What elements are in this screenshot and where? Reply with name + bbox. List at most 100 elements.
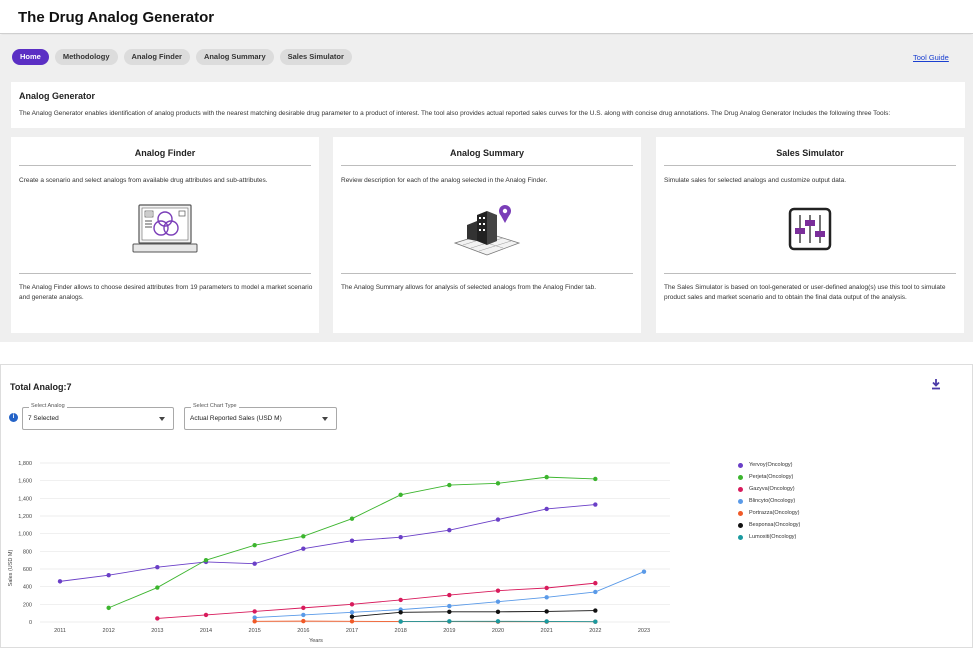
card-title: Sales Simulator [776, 148, 844, 158]
card-long-description: The Sales Simulator is based on tool-gen… [664, 284, 946, 301]
x-tick-label: 2018 [395, 628, 407, 634]
data-point [593, 589, 598, 595]
legend-item[interactable]: Yervoy(Oncology) [738, 459, 800, 471]
legend-marker [738, 474, 743, 480]
sales-simulator-card[interactable]: Sales Simulator Simulate sales for selec… [656, 137, 964, 333]
y-tick-label: 0 [29, 620, 32, 626]
data-point [495, 619, 501, 624]
data-point [252, 542, 257, 548]
data-point [155, 585, 160, 590]
legend-marker [738, 534, 743, 540]
divider [664, 165, 956, 166]
select-analog-dropdown[interactable]: Select Analog 7 Selected [22, 403, 174, 430]
y-tick-label: 800 [23, 549, 32, 555]
data-point [155, 616, 160, 621]
data-point [349, 538, 355, 543]
data-point [252, 561, 257, 566]
data-point [544, 585, 549, 591]
tool-guide-link[interactable]: Tool Guide [913, 53, 949, 62]
chevron-down-icon [159, 417, 165, 421]
select-analog-label: Select Analog [29, 403, 67, 409]
legend-item[interactable]: Perjeta(Oncology) [738, 471, 800, 483]
data-point [301, 618, 306, 624]
data-point [106, 572, 111, 578]
data-point [447, 527, 452, 533]
series-line [157, 582, 596, 619]
data-point [495, 609, 501, 615]
legend-item[interactable]: Portrazza(Oncology) [738, 507, 800, 519]
tab-methodology[interactable]: Methodology [54, 49, 118, 65]
sliders-icon [788, 207, 832, 251]
legend-label: Lumoxiti(Oncology) [749, 534, 797, 540]
tab-analog-finder[interactable]: Analog Finder [123, 49, 190, 65]
legend-item[interactable]: Gazyva(Oncology) [738, 483, 800, 495]
legend-marker [738, 522, 743, 528]
data-point [252, 609, 257, 614]
select-chart-type-value: Actual Reported Sales (USD M) [190, 415, 282, 422]
card-long-description: The Analog Finder allows to choose desir… [19, 284, 313, 301]
card-long-description: The Analog Summary allows for analysis o… [341, 284, 597, 291]
select-chart-type-dropdown[interactable]: Select Chart Type Actual Reported Sales … [184, 403, 337, 430]
data-point [495, 517, 501, 522]
card-description: Create a scenario and select analogs fro… [19, 177, 268, 184]
x-tick-label: 2011 [54, 628, 66, 634]
data-point [398, 535, 403, 540]
chevron-down-icon [322, 417, 328, 421]
x-axis-label: Years [309, 638, 323, 644]
y-tick-label: 200 [23, 602, 32, 608]
legend-item[interactable]: Lumoxiti(Oncology) [738, 531, 800, 543]
legend-item[interactable]: Blincyto(Oncology) [738, 495, 800, 507]
data-point [349, 602, 355, 607]
select-chart-type-label: Select Chart Type [191, 403, 239, 409]
section-gap [0, 343, 973, 364]
download-icon[interactable] [929, 377, 943, 391]
legend-label: Gazyva(Oncology) [749, 486, 795, 492]
data-point [447, 609, 452, 615]
card-title: Analog Finder [134, 148, 196, 158]
divider [664, 273, 956, 274]
x-tick-label: 2019 [443, 628, 455, 634]
data-point [398, 597, 403, 603]
data-point [641, 569, 647, 574]
data-point [544, 619, 549, 624]
data-point [544, 595, 549, 600]
tab-sales-simulator[interactable]: Sales Simulator [279, 49, 352, 65]
data-point [349, 619, 355, 624]
tab-analog-summary[interactable]: Analog Summary [195, 49, 274, 65]
y-tick-label: 1,200 [18, 514, 32, 520]
data-point [398, 610, 403, 615]
data-point [593, 619, 598, 624]
info-icon[interactable]: i [9, 413, 18, 422]
data-point [544, 609, 549, 614]
data-point [544, 474, 549, 480]
y-tick-label: 1,600 [18, 479, 32, 485]
x-tick-label: 2016 [297, 628, 309, 634]
data-point [349, 614, 355, 619]
data-point [447, 603, 452, 609]
y-tick-label: 400 [23, 585, 32, 591]
legend-label: Besponsa(Oncology) [749, 522, 801, 528]
data-point [203, 612, 209, 618]
tab-home[interactable]: Home [12, 49, 49, 65]
data-point [593, 476, 598, 482]
legend-marker [738, 486, 743, 492]
data-point [155, 565, 160, 570]
analog-finder-card[interactable]: Analog Finder Create a scenario and sele… [11, 137, 319, 333]
data-point [495, 599, 501, 604]
laptop-venn-icon [132, 204, 198, 253]
data-point [301, 546, 306, 551]
intro-description: The Analog Generator enables identificat… [19, 110, 891, 117]
building-pin-icon [453, 205, 521, 256]
data-point [398, 492, 403, 497]
x-tick-label: 2014 [200, 628, 212, 634]
legend-marker [738, 462, 743, 468]
y-axis-label: Sales (USD M) [8, 549, 14, 586]
legend-item[interactable]: Besponsa(Oncology) [738, 519, 800, 531]
x-tick-label: 2022 [589, 628, 601, 634]
series-line [351, 610, 596, 618]
divider [341, 273, 633, 274]
analog-summary-card[interactable]: Analog Summary Review description for ea… [333, 137, 641, 333]
data-point [349, 610, 355, 615]
data-point [447, 592, 452, 598]
card-description: Simulate sales for selected analogs and … [664, 177, 847, 184]
